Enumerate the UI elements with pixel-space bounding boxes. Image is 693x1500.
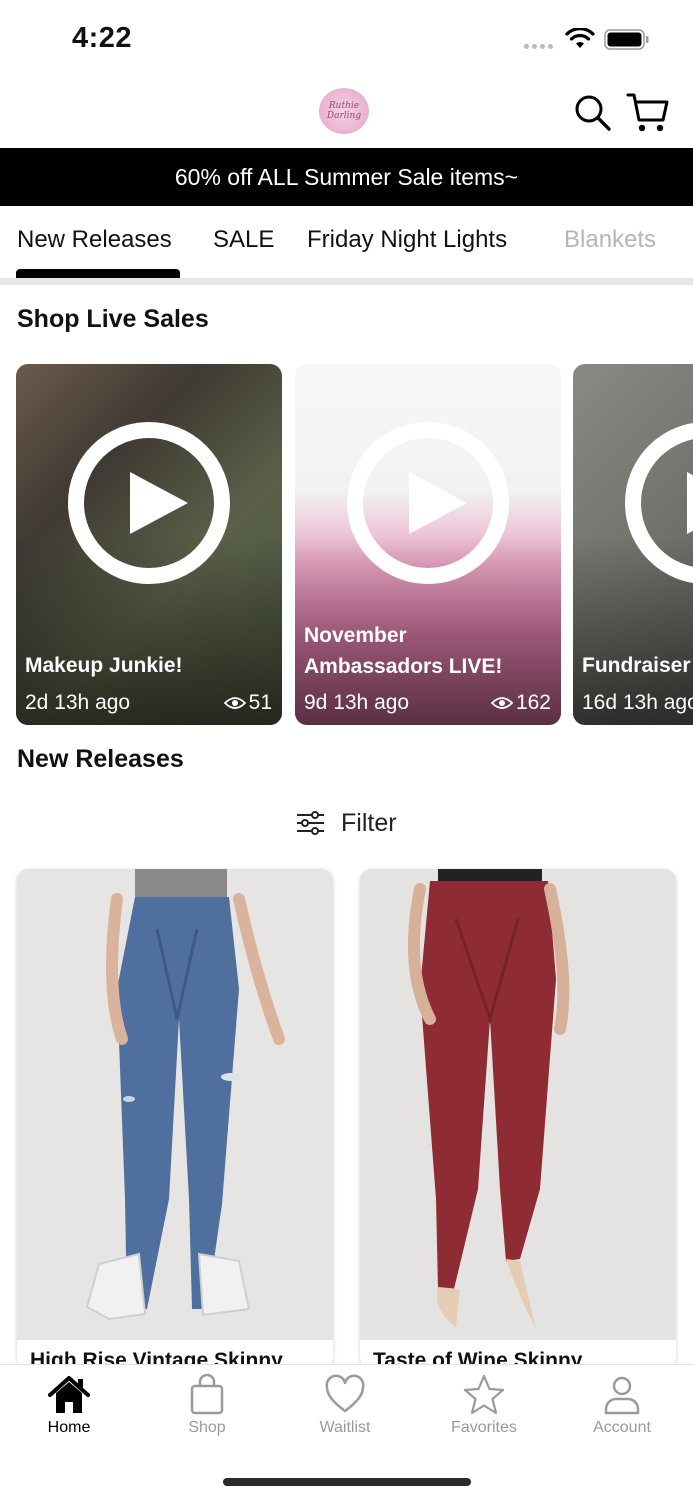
tab-new-releases[interactable]: New Releases — [17, 226, 172, 254]
live-sale-title: Fundraiser — [582, 654, 691, 677]
play-icon — [409, 472, 467, 534]
jeans-illustration — [360, 869, 676, 1340]
live-sale-title: Makeup Junkie! — [25, 654, 183, 677]
live-sale-views: 162 — [490, 691, 551, 715]
search-button[interactable] — [574, 94, 612, 132]
new-releases-heading: New Releases — [17, 745, 184, 773]
promo-banner[interactable]: 60% off ALL Summer Sale items~ — [0, 148, 693, 206]
nav-waitlist[interactable]: Waitlist — [295, 1373, 395, 1437]
logo-text: Ruthie Darling — [326, 101, 362, 121]
jeans-illustration — [17, 869, 333, 1340]
filter-icon — [297, 811, 324, 835]
live-sales-heading: Shop Live Sales — [17, 305, 209, 333]
status-time: 4:22 — [72, 22, 133, 54]
live-sale-time: 16d 13h ago — [582, 691, 693, 714]
live-sale-title-line2: Ambassadors LIVE! — [304, 655, 503, 678]
live-sale-title-line1: November — [304, 624, 407, 647]
filter-button[interactable]: Filter — [296, 806, 397, 840]
live-sale-card[interactable]: Fundraiser 16d 13h ago — [573, 364, 693, 725]
product-image[interactable] — [17, 869, 333, 1340]
signal-icon — [524, 44, 553, 49]
battery-icon — [604, 29, 649, 50]
live-sale-views: 51 — [223, 691, 272, 715]
live-sale-time: 9d 13h ago — [304, 691, 410, 714]
nav-label: Home — [47, 1419, 91, 1436]
nav-account[interactable]: Account — [572, 1373, 672, 1437]
cart-icon — [626, 93, 669, 132]
live-sale-card[interactable]: November Ambassadors LIVE! 9d 13h ago 16… — [295, 364, 561, 725]
product-image[interactable] — [360, 869, 676, 1340]
nav-label: Waitlist — [319, 1419, 371, 1436]
tab-friday-night-lights[interactable]: Friday Night Lights — [307, 226, 507, 254]
eye-icon — [490, 697, 513, 709]
product-card[interactable]: High Rise Vintage Skinny — [17, 869, 333, 1369]
category-tabs: New Releases SALE Friday Night Lights Bl… — [0, 206, 693, 280]
home-icon — [48, 1376, 90, 1413]
promo-text: 60% off ALL Summer Sale items~ — [174, 163, 519, 190]
tabs-divider — [0, 278, 693, 285]
person-icon — [604, 1376, 640, 1415]
status-bar: 4:22 — [0, 0, 693, 78]
play-button[interactable] — [68, 422, 230, 584]
play-icon — [130, 472, 188, 534]
brand-logo[interactable]: Ruthie Darling — [319, 88, 369, 134]
app-header: Ruthie Darling — [0, 78, 693, 148]
view-count: 51 — [248, 691, 272, 714]
nav-label: Account — [593, 1419, 651, 1436]
tab-blankets[interactable]: Blankets — [564, 226, 656, 254]
product-card[interactable]: Taste of Wine Skinny — [360, 869, 676, 1369]
heart-icon — [325, 1374, 365, 1413]
active-tab-indicator — [16, 269, 180, 278]
wifi-icon — [565, 28, 595, 48]
nav-home[interactable]: Home — [19, 1373, 119, 1437]
play-icon — [687, 472, 693, 534]
home-indicator — [223, 1478, 471, 1486]
tab-sale[interactable]: SALE — [213, 226, 274, 254]
eye-icon — [223, 697, 246, 709]
filter-label: Filter — [341, 808, 397, 837]
play-button[interactable] — [347, 422, 509, 584]
search-icon — [575, 95, 611, 131]
live-sale-card[interactable]: Makeup Junkie! 2d 13h ago 51 — [16, 364, 282, 725]
live-sale-time: 2d 13h ago — [25, 691, 131, 714]
nav-shop[interactable]: Shop — [157, 1373, 257, 1437]
star-icon — [463, 1374, 505, 1415]
shopping-bag-icon — [190, 1373, 224, 1415]
nav-label: Shop — [188, 1419, 226, 1436]
view-count: 162 — [515, 691, 551, 714]
nav-favorites[interactable]: Favorites — [434, 1373, 534, 1437]
nav-label: Favorites — [451, 1419, 517, 1436]
cart-button[interactable] — [626, 92, 670, 134]
